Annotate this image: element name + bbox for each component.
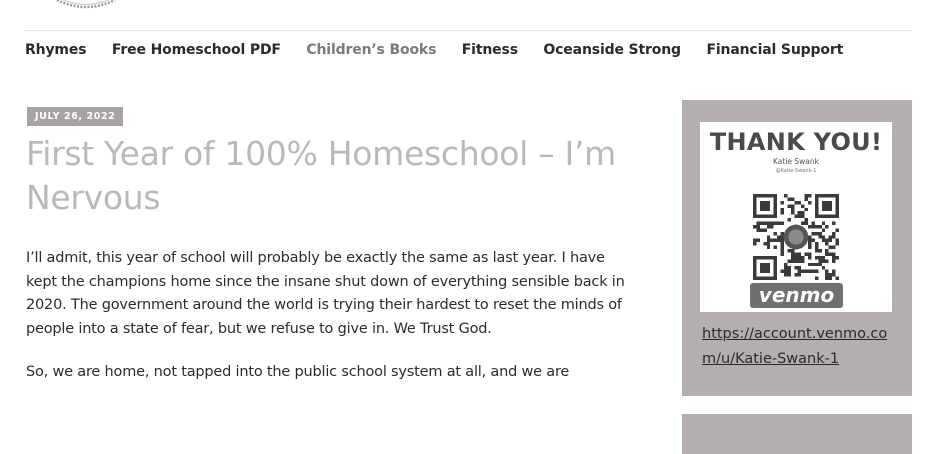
nav-item-childrens-books[interactable]: Children’s Books: [306, 42, 436, 58]
header-divider: [25, 30, 911, 31]
post-paragraph: So, we are home, not tapped into the pub…: [26, 364, 570, 380]
nav-item-financial-support[interactable]: Financial Support: [706, 42, 843, 58]
nav-item-oceanside-strong[interactable]: Oceanside Strong: [543, 42, 681, 58]
nav-item-free-homeschool-pdf[interactable]: Free Homeschool PDF: [112, 42, 281, 58]
qr-code-icon: [753, 194, 839, 280]
post-date-badge[interactable]: JULY 26, 2022: [27, 107, 124, 126]
qr-account-name: Katie Swank: [773, 157, 819, 166]
post-paragraph: I’ll admit, this year of school will pro…: [26, 250, 625, 337]
sidebar-widget-2: [682, 414, 912, 454]
venmo-logo: venmo: [750, 283, 843, 308]
post-body: I’ll admit, this year of school will pro…: [26, 247, 638, 405]
post-title: First Year of 100% Homeschool – I’m Nerv…: [26, 134, 617, 217]
main-navigation: Rhymes Free Homeschool PDF Children’s Bo…: [25, 40, 869, 60]
qr-thank-you-heading: THANK YOU!: [709, 128, 883, 156]
sidebar-venmo-widget: THANK YOU! Katie Swank @Katie-Swank-1 ve…: [682, 100, 912, 396]
nav-item-rhymes[interactable]: Rhymes: [25, 42, 87, 58]
venmo-qr-image[interactable]: THANK YOU! Katie Swank @Katie-Swank-1 ve…: [700, 122, 892, 312]
venmo-account-link[interactable]: https://account.venmo.com/u/Katie-Swank-…: [702, 322, 902, 372]
nav-item-fitness[interactable]: Fitness: [462, 42, 518, 58]
site-logo[interactable]: [55, 0, 117, 12]
qr-account-handle: @Katie-Swank-1: [775, 168, 817, 174]
